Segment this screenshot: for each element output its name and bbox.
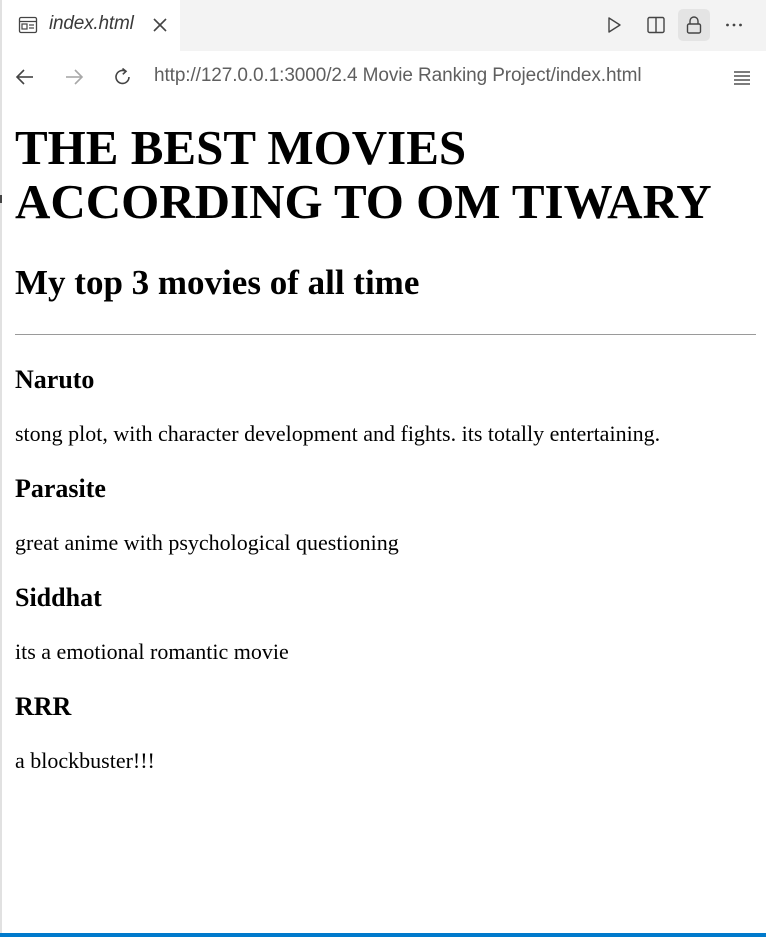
ellipsis-icon bbox=[726, 23, 742, 27]
movie-title: Naruto bbox=[15, 365, 95, 394]
movie-title: RRR bbox=[15, 692, 72, 721]
status-bar bbox=[0, 933, 766, 937]
close-icon[interactable] bbox=[150, 15, 170, 35]
movie-item: Naruto stong plot, with character develo… bbox=[15, 365, 756, 447]
run-button[interactable] bbox=[598, 9, 630, 41]
lock-button[interactable] bbox=[678, 9, 710, 41]
tab-index-html[interactable]: index.html bbox=[2, 0, 180, 51]
movie-item: RRR a blockbuster!!! bbox=[15, 692, 756, 774]
movie-title: Siddhat bbox=[15, 583, 102, 612]
movie-description: a blockbuster!!! bbox=[15, 748, 155, 773]
arrow-right-icon bbox=[66, 69, 84, 85]
more-actions-button[interactable] bbox=[718, 9, 750, 41]
window-edge-marker bbox=[0, 195, 2, 203]
movie-item: Parasite great anime with psychological … bbox=[15, 474, 756, 556]
movie-description: great anime with psychological questioni… bbox=[15, 530, 399, 555]
movie-title: Parasite bbox=[15, 474, 106, 503]
play-icon bbox=[608, 17, 621, 33]
forward-button[interactable] bbox=[60, 63, 88, 91]
arrow-left-icon bbox=[15, 69, 33, 85]
lock-icon bbox=[686, 16, 702, 34]
split-icon bbox=[647, 16, 665, 34]
hamburger-icon bbox=[734, 71, 750, 85]
movie-description: stong plot, with character development a… bbox=[15, 421, 661, 446]
divider bbox=[15, 334, 756, 335]
page-title: THE BEST MOVIES ACCORDING TO OM TIWARY bbox=[15, 120, 712, 229]
url-field[interactable]: http://127.0.0.1:3000/2.4 Movie Ranking … bbox=[154, 65, 642, 87]
movie-description: its a emotional romantic movie bbox=[15, 639, 289, 664]
movie-item: Siddhat its a emotional romantic movie bbox=[15, 583, 756, 665]
menu-button[interactable] bbox=[728, 64, 756, 92]
navigation-bar: http://127.0.0.1:3000/2.4 Movie Ranking … bbox=[2, 51, 766, 103]
back-button[interactable] bbox=[11, 63, 39, 91]
page-content: THE BEST MOVIES ACCORDING TO OM TIWARY M… bbox=[15, 103, 756, 774]
tab-strip: index.html bbox=[2, 0, 766, 51]
refresh-icon bbox=[115, 67, 130, 85]
browser-window: index.html http://127.0.0.1:3000/2.4 Mov… bbox=[0, 0, 766, 937]
split-editor-button[interactable] bbox=[640, 9, 672, 41]
preview-icon bbox=[18, 15, 38, 35]
tab-title: index.html bbox=[49, 13, 134, 34]
page-subtitle: My top 3 movies of all time bbox=[15, 263, 420, 302]
reload-button[interactable] bbox=[109, 63, 137, 91]
